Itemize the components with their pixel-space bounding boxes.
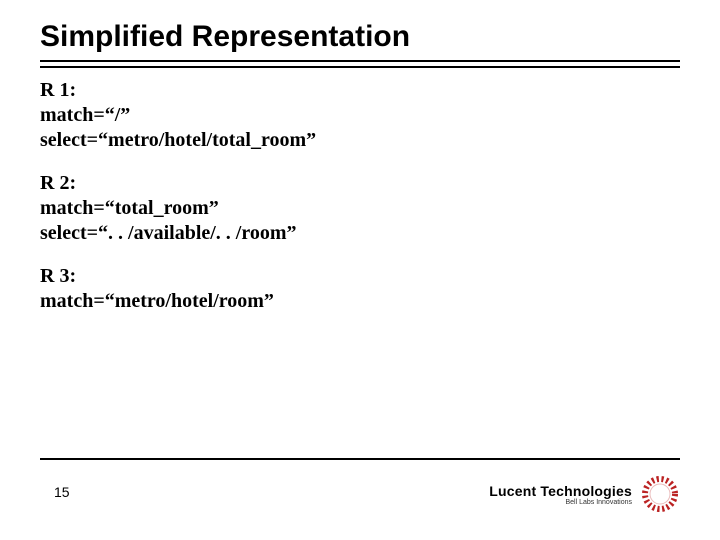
rule-block: R 2: match=“total_room” select=“. . /ava… — [40, 171, 680, 246]
rule-label: R 2: — [40, 171, 680, 196]
brand-name: Lucent Technologies — [489, 483, 632, 499]
rule-label: R 3: — [40, 264, 680, 289]
slide-body: R 1: match=“/” select=“metro/hotel/total… — [40, 78, 680, 314]
brand-tagline: Bell Labs Innovations — [489, 499, 632, 506]
rule-block: R 1: match=“/” select=“metro/hotel/total… — [40, 78, 680, 153]
brand-text: Lucent Technologies Bell Labs Innovation… — [489, 483, 632, 506]
rule-match: match=“/” — [40, 103, 680, 128]
rule-label: R 1: — [40, 78, 680, 103]
footer-rule — [40, 458, 680, 462]
slide: Simplified Representation R 1: match=“/”… — [0, 0, 720, 540]
rule-match: match=“total_room” — [40, 196, 680, 221]
rule-match: match=“metro/hotel/room” — [40, 289, 680, 314]
page-number: 15 — [54, 484, 70, 500]
ring-icon — [640, 474, 680, 514]
title-underline — [40, 60, 680, 68]
rule-block: R 3: match=“metro/hotel/room” — [40, 264, 680, 314]
slide-title: Simplified Representation — [40, 20, 680, 58]
rule-select: select=“. . /available/. . /room” — [40, 221, 680, 246]
brand-logo: Lucent Technologies Bell Labs Innovation… — [489, 474, 680, 514]
rule-select: select=“metro/hotel/total_room” — [40, 128, 680, 153]
